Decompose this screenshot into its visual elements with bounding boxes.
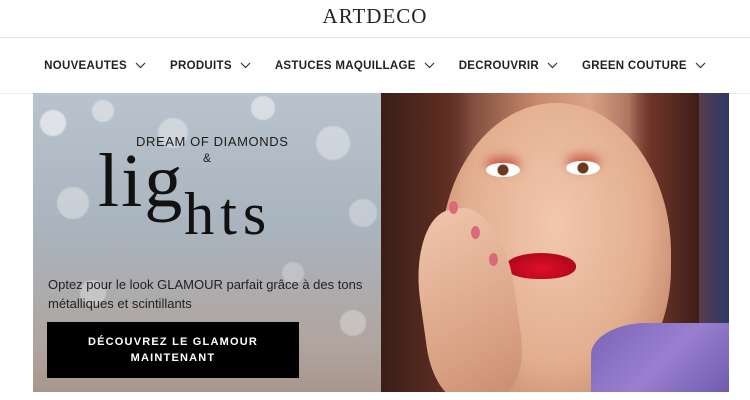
left-eye <box>486 163 520 177</box>
right-eye <box>566 161 600 175</box>
purple-sweater <box>591 323 729 392</box>
nav-item-decrouvrir[interactable]: DECROUVRIR <box>459 60 558 72</box>
chevron-down-icon <box>135 62 146 69</box>
nav-item-label: ASTUCES MAQUILLAGE <box>274 59 416 72</box>
nav-item-green-couture[interactable]: GREEN COUTURE <box>582 60 706 72</box>
hero-description: Optez pour le look GLAMOUR parfait grâce… <box>48 277 363 311</box>
chevron-down-icon <box>547 62 558 69</box>
main-nav: NOUVEAUTES PRODUITS ASTUCES MAQUILLAGE D… <box>0 38 750 94</box>
nav-item-label: DECROUVRIR <box>458 59 539 72</box>
hero-text-panel: DREAM OF DIAMONDS & lights Optez pour le… <box>33 93 383 392</box>
nail <box>489 253 498 266</box>
nav-item-astuces-maquillage[interactable]: ASTUCES MAQUILLAGE <box>275 60 435 72</box>
hero-headline-top: lig <box>98 139 185 223</box>
nav-item-label: GREEN COUTURE <box>582 59 687 72</box>
nail <box>449 201 458 214</box>
hero-banner[interactable]: DREAM OF DIAMONDS & lights Optez pour le… <box>33 93 729 392</box>
nail <box>471 226 480 239</box>
nav-item-nouveautes[interactable]: NOUVEAUTES <box>44 60 146 72</box>
hero-headline: lights <box>98 143 272 244</box>
site-header: ARTDECO <box>0 0 750 38</box>
hero-headline-bottom: hts <box>184 181 273 247</box>
chevron-down-icon <box>240 62 251 69</box>
nav-item-label: PRODUITS <box>170 59 232 72</box>
red-lips <box>506 253 576 279</box>
artdeco-logo[interactable]: ARTDECO <box>0 4 750 29</box>
chevron-down-icon <box>695 62 706 69</box>
nav-item-produits[interactable]: PRODUITS <box>170 60 251 72</box>
model-photo <box>381 93 729 392</box>
chevron-down-icon <box>424 62 435 69</box>
nav-item-label: NOUVEAUTES <box>44 59 127 72</box>
discover-glamour-button[interactable]: DÉCOUVREZ LE GLAMOUR MAINTENANT <box>47 322 299 378</box>
